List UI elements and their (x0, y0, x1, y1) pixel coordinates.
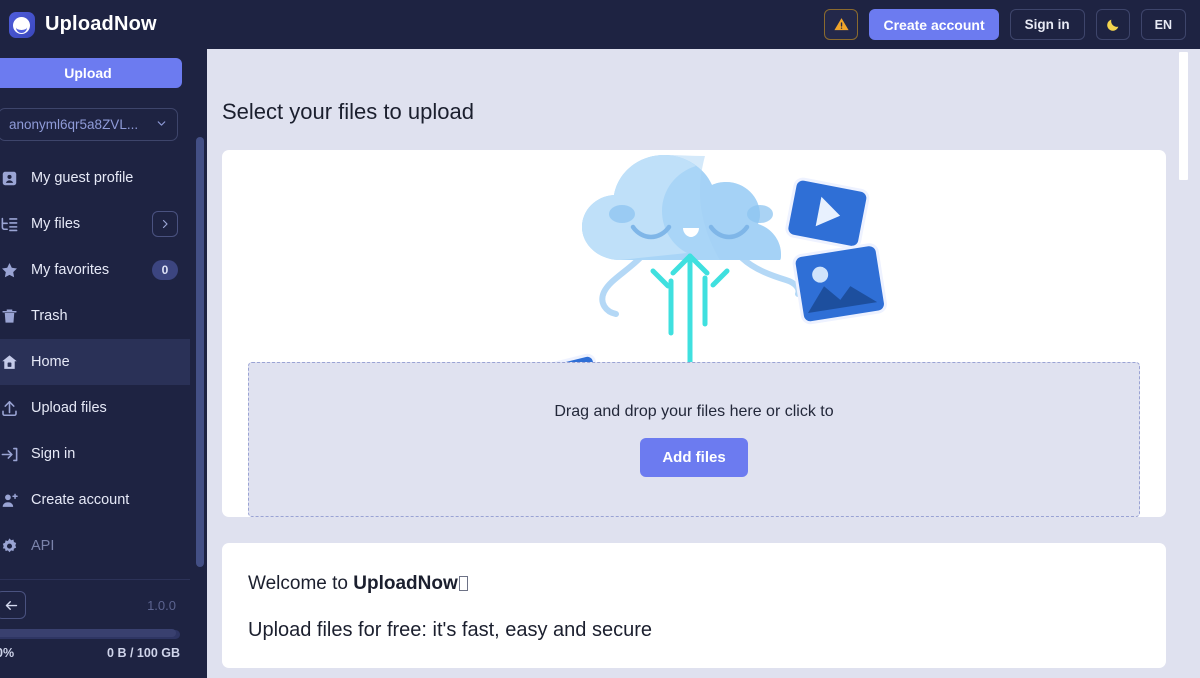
sidebar-item-label: My files (31, 216, 81, 232)
sidebar: Upload anonyml6qr5a8ZVL... My guest prof… (0, 49, 207, 678)
file-dropzone[interactable]: Drag and drop your files here or click t… (248, 362, 1140, 517)
sidebar-horizontal-scrollbar[interactable] (0, 628, 195, 638)
sidebar-item-label: Create account (31, 492, 130, 508)
home-icon (0, 353, 19, 372)
sidebar-nav: My guest profile My files My favorites 0… (0, 155, 190, 569)
account-select[interactable]: anonyml6qr5a8ZVL... (0, 108, 178, 141)
welcome-card: Welcome to UploadNow Upload files for fr… (222, 543, 1166, 668)
sidebar-item-create-account[interactable]: Create account (0, 477, 190, 523)
header-actions: Create account Sign in EN (824, 9, 1200, 40)
page-title: Select your files to upload (222, 99, 474, 124)
sidebar-item-my-favorites[interactable]: My favorites 0 (0, 247, 190, 293)
moon-icon[interactable] (1095, 9, 1130, 40)
missing-glyph-icon (458, 576, 468, 591)
chevron-down-icon (155, 117, 168, 133)
sidebar-item-label: Home (31, 354, 70, 370)
welcome-brand: UploadNow (353, 573, 458, 594)
version-label: 1.0.0 (147, 597, 176, 613)
main-content: Select your files to upload Drag and dro… (207, 49, 1200, 678)
add-files-button[interactable]: Add files (640, 437, 748, 477)
sidebar-item-trash[interactable]: Trash (0, 293, 190, 339)
sidebar-item-label: Sign in (31, 446, 76, 462)
sidebar-content: Upload anonyml6qr5a8ZVL... My guest prof… (0, 49, 190, 678)
file-tree-icon (0, 215, 19, 234)
sidebar-vertical-scrollbar[interactable] (196, 49, 204, 678)
brand[interactable]: UploadNow (0, 11, 157, 38)
storage-percent-label: 0% (0, 646, 15, 660)
create-account-button[interactable]: Create account (869, 9, 999, 40)
welcome-title: Welcome to UploadNow (248, 573, 1140, 595)
brand-name: UploadNow (45, 13, 157, 35)
app-root: UploadNow Create account Sign in EN Uplo… (0, 0, 1200, 678)
warning-triangle-icon[interactable] (824, 9, 859, 40)
storage-labels: 0% 0 B / 100 GB (0, 646, 180, 660)
favorites-count-badge: 0 (152, 260, 178, 280)
expand-my-files-button[interactable] (152, 211, 178, 237)
upload-arrow-icon (0, 399, 19, 418)
sidebar-item-label: Trash (31, 308, 68, 324)
storage-usage-label: 0 B / 100 GB (107, 646, 180, 660)
sidebar-item-label: My favorites (31, 262, 110, 278)
sidebar-item-home[interactable]: Home (0, 339, 190, 385)
star-icon (0, 261, 19, 280)
dropzone-text: Drag and drop your files here or click t… (554, 402, 834, 420)
sidebar-item-my-files[interactable]: My files (0, 201, 190, 247)
welcome-prefix: Welcome to (248, 573, 354, 594)
gear-icon (0, 537, 19, 556)
sidebar-item-label: Upload files (31, 400, 107, 416)
sidebar-item-my-guest-profile[interactable]: My guest profile (0, 155, 190, 201)
sidebar-item-label: API (31, 538, 55, 554)
top-header: UploadNow Create account Sign in EN (0, 0, 1200, 49)
arrow-left-icon[interactable] (0, 591, 26, 619)
account-select-value: anonyml6qr5a8ZVL... (9, 117, 139, 132)
upload-cloud-logo-icon (9, 11, 35, 38)
trash-icon (0, 307, 19, 326)
cloud-mascot-upload-illustration (222, 150, 1166, 449)
sign-in-icon (0, 445, 19, 464)
main-vertical-scrollbar[interactable] (1179, 49, 1188, 678)
contact-card-icon (0, 169, 19, 188)
welcome-subtitle: Upload files for free: it's fast, easy a… (248, 619, 653, 641)
user-plus-icon (0, 491, 19, 510)
sidebar-item-sign-in[interactable]: Sign in (0, 431, 190, 477)
language-button[interactable]: EN (1140, 9, 1186, 40)
upload-card: Drag and drop your files here or click t… (222, 150, 1166, 517)
sidebar-item-label: My guest profile (31, 170, 134, 186)
sign-in-button[interactable]: Sign in (1009, 9, 1085, 40)
sidebar-item-api[interactable]: API (0, 523, 190, 569)
sidebar-footer: 1.0.0 (0, 580, 190, 630)
sidebar-item-upload-files[interactable]: Upload files (0, 385, 190, 431)
sidebar-upload-button[interactable]: Upload (0, 58, 182, 88)
